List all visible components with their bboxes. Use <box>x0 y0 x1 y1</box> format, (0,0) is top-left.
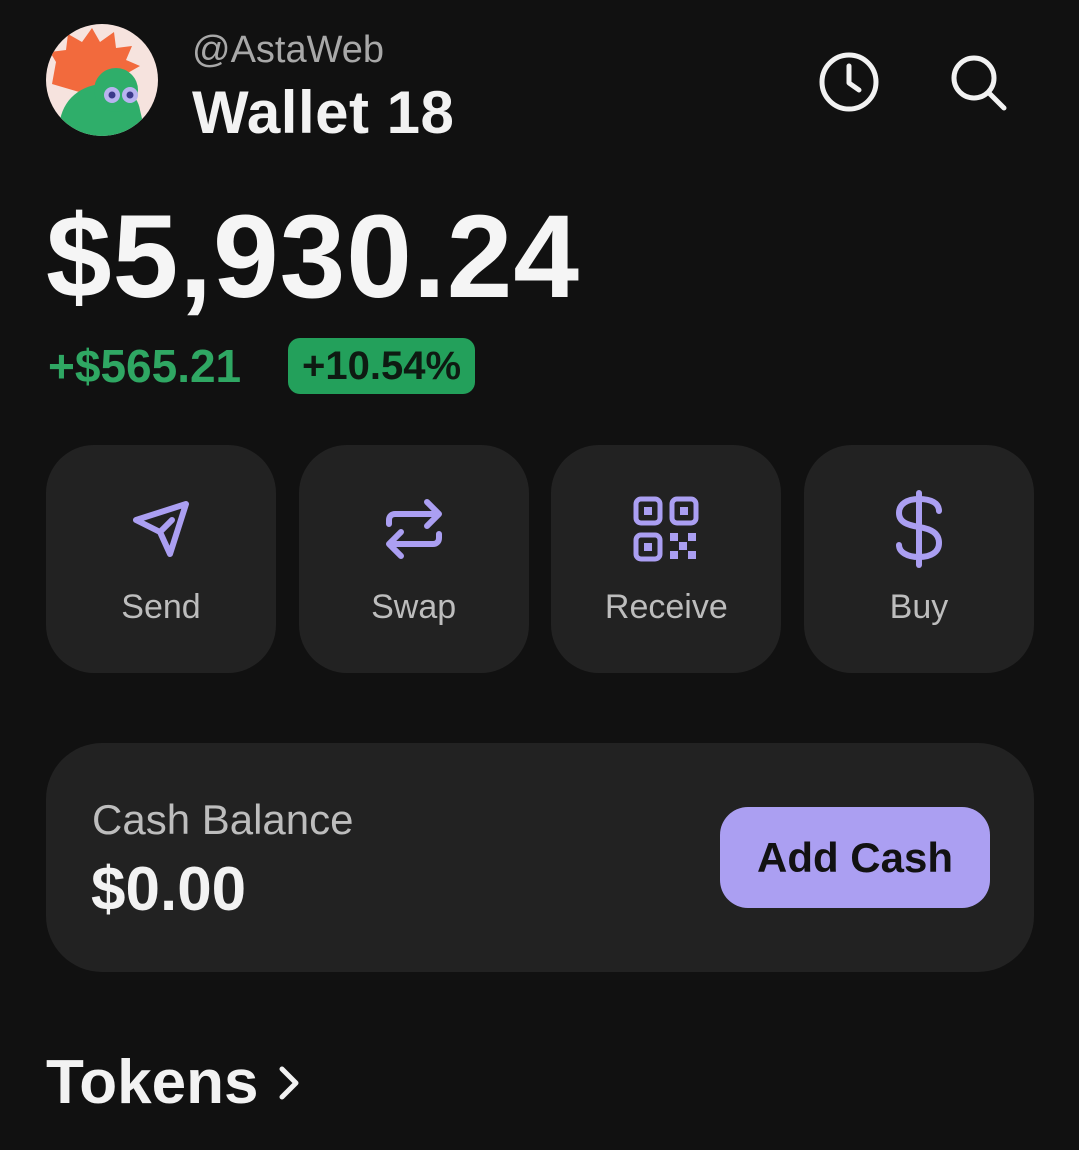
wallet-name[interactable]: Wallet 18 <box>192 78 454 148</box>
balance-change-amount: +$565.21 <box>48 340 242 392</box>
search-button[interactable] <box>944 48 1012 116</box>
send-label: Send <box>121 588 201 626</box>
receive-label: Receive <box>604 588 728 626</box>
add-cash-button[interactable]: Add Cash <box>720 807 990 908</box>
history-button[interactable] <box>815 48 883 116</box>
swap-icon <box>376 491 452 567</box>
quick-actions: Send Swap Receive Buy <box>46 445 1034 673</box>
dollar-icon <box>881 490 957 568</box>
history-icon <box>819 52 879 112</box>
cash-balance-card: Cash Balance $0.00 Add Cash <box>46 743 1034 972</box>
receive-button[interactable]: Receive <box>551 445 782 673</box>
portfolio-balance: $5,930.24 <box>46 191 580 323</box>
tokens-title: Tokens <box>46 1048 259 1117</box>
qr-code-icon <box>628 491 704 567</box>
cash-balance-value: $0.00 <box>91 855 247 924</box>
balance-change-percent-badge: +10.54% <box>288 338 476 394</box>
send-button[interactable]: Send <box>46 445 276 673</box>
swap-button[interactable]: Swap <box>298 445 529 673</box>
buy-button[interactable]: Buy <box>803 445 1034 673</box>
account-handle: @AstaWeb <box>192 29 385 71</box>
send-icon <box>123 491 199 567</box>
chevron-right-icon <box>276 1063 302 1103</box>
buy-label: Buy <box>889 588 949 626</box>
swap-label: Swap <box>371 588 457 626</box>
search-icon <box>951 55 1007 111</box>
avatar[interactable] <box>46 24 158 136</box>
tokens-section-link[interactable]: Tokens <box>46 1048 302 1118</box>
cash-balance-label: Cash Balance <box>92 796 354 843</box>
